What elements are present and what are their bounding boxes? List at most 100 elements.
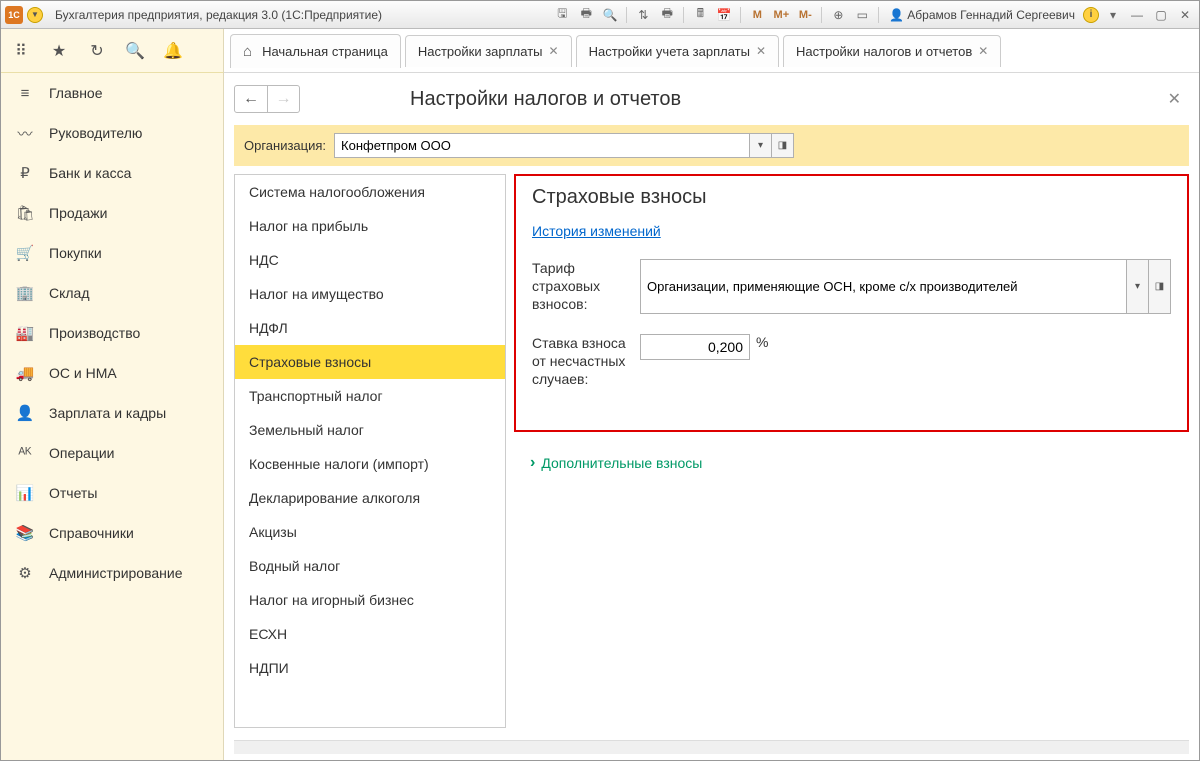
tariff-dropdown-button[interactable]: ▾ bbox=[1127, 259, 1149, 314]
close-button[interactable]: ✕ bbox=[1175, 6, 1195, 24]
title-bar: 1C ▼ Бухгалтерия предприятия, редакция 3… bbox=[1, 1, 1199, 29]
title-bar-left: 1C ▼ Бухгалтерия предприятия, редакция 3… bbox=[5, 6, 382, 24]
sidebar-item[interactable]: 🏭Производство bbox=[1, 313, 223, 353]
compare-icon[interactable]: ⇅ bbox=[633, 6, 653, 24]
settings-list: Система налогообложенияНалог на прибыльН… bbox=[234, 174, 506, 728]
zoom-icon[interactable]: ⊕ bbox=[828, 6, 848, 24]
maximize-button[interactable]: ▢ bbox=[1151, 6, 1171, 24]
calendar-icon[interactable]: 📅 bbox=[714, 6, 734, 24]
main-area: Начальная страницаНастройки зарплаты✕Нас… bbox=[224, 29, 1199, 760]
highlighted-panel: Страховые взносы История изменений Тариф… bbox=[514, 174, 1189, 432]
tab[interactable]: Настройки учета зарплаты ✕ bbox=[576, 35, 779, 67]
sidebar: ⠿ ★ ↻ 🔍 🔔 ≡ Главное 〰Руководителю₽Банк и к… bbox=[1, 29, 224, 760]
settings-list-item[interactable]: Транспортный налог bbox=[235, 379, 505, 413]
sidebar-item-icon: ≡ bbox=[15, 84, 35, 102]
user-label[interactable]: 👤Абрамов Геннадий Сергеевич bbox=[885, 8, 1079, 22]
tariff-open-button[interactable]: ◨ bbox=[1149, 259, 1171, 314]
settings-list-item[interactable]: Налог на игорный бизнес bbox=[235, 583, 505, 617]
tab[interactable]: Настройки налогов и отчетов✕ bbox=[783, 35, 1001, 67]
settings-list-item[interactable]: НДС bbox=[235, 243, 505, 277]
sidebar-item-label: Главное bbox=[49, 85, 103, 101]
page-close-button[interactable]: ✕ bbox=[1160, 85, 1189, 113]
app-logo-icon: 1C bbox=[5, 6, 23, 24]
print2-icon[interactable]: 🖶 bbox=[657, 6, 677, 24]
settings-list-item[interactable]: Налог на имущество bbox=[235, 277, 505, 311]
memory-mplus-button[interactable]: M+ bbox=[771, 6, 791, 24]
settings-list-item[interactable]: Страховые взносы bbox=[235, 345, 505, 379]
sidebar-item[interactable]: 🚚ОС и НМА bbox=[1, 353, 223, 393]
sidebar-item[interactable]: ₽Банк и касса bbox=[1, 153, 223, 193]
additional-contributions-label: Дополнительные взносы bbox=[541, 455, 702, 471]
app-menu-dropdown[interactable]: ▼ bbox=[27, 7, 43, 23]
rate-unit: % bbox=[756, 334, 768, 350]
organization-dropdown-button[interactable]: ▾ bbox=[750, 133, 772, 158]
settings-list-item[interactable]: Налог на прибыль bbox=[235, 209, 505, 243]
calculator-icon[interactable]: 🖩 bbox=[690, 6, 710, 24]
sidebar-item[interactable]: 📊Отчеты bbox=[1, 473, 223, 513]
settings-list-item[interactable]: Система налогообложения bbox=[235, 175, 505, 209]
tab-label: Настройки учета зарплаты bbox=[589, 44, 750, 59]
tab-close-icon[interactable]: ✕ bbox=[756, 44, 766, 58]
sidebar-toolbar: ⠿ ★ ↻ 🔍 🔔 bbox=[1, 29, 223, 73]
history-icon[interactable]: ↻ bbox=[87, 41, 107, 61]
sidebar-item[interactable]: 👤Зарплата и кадры bbox=[1, 393, 223, 433]
settings-list-item[interactable]: Акцизы bbox=[235, 515, 505, 549]
nav-forward-button[interactable]: → bbox=[267, 86, 299, 112]
nav-back-button[interactable]: ← bbox=[235, 86, 267, 112]
nav-buttons: ← → bbox=[234, 85, 300, 113]
star-icon[interactable]: ★ bbox=[49, 41, 69, 61]
tab-close-icon[interactable]: ✕ bbox=[978, 44, 988, 58]
dropdown-icon[interactable]: ▾ bbox=[1103, 6, 1123, 24]
sidebar-item-icon: 🛍 bbox=[15, 204, 35, 222]
sidebar-item-icon: 📚 bbox=[15, 524, 35, 542]
save-icon[interactable]: 🖫 bbox=[552, 6, 572, 24]
organization-input[interactable] bbox=[334, 133, 750, 158]
settings-list-item[interactable]: Водный налог bbox=[235, 549, 505, 583]
settings-list-item[interactable]: Земельный налог bbox=[235, 413, 505, 447]
settings-list-item[interactable]: НДФЛ bbox=[235, 311, 505, 345]
tariff-select[interactable] bbox=[640, 259, 1127, 314]
minimize-button[interactable]: — bbox=[1127, 6, 1147, 24]
settings-list-item[interactable]: НДПИ bbox=[235, 651, 505, 685]
sidebar-item-label: Справочники bbox=[49, 525, 134, 541]
windows-icon[interactable]: ▭ bbox=[852, 6, 872, 24]
settings-list-item[interactable]: ЕСХН bbox=[235, 617, 505, 651]
sidebar-item[interactable]: ᴬᴷОперации bbox=[1, 433, 223, 473]
memory-mminus-button[interactable]: M- bbox=[795, 6, 815, 24]
tab[interactable]: Начальная страница bbox=[230, 34, 401, 68]
search-icon[interactable]: 🔍 bbox=[125, 41, 145, 61]
additional-contributions-expand[interactable]: Дополнительные взносы bbox=[530, 454, 702, 472]
sidebar-item[interactable]: 🛒Покупки bbox=[1, 233, 223, 273]
sidebar-item-icon: ᴬᴷ bbox=[15, 444, 35, 462]
settings-list-item[interactable]: Косвенные налоги (импорт) bbox=[235, 447, 505, 481]
organization-bar: Организация: ▾ ◨ bbox=[234, 125, 1189, 166]
sidebar-item-label: Администрирование bbox=[49, 565, 183, 581]
info-icon[interactable]: i bbox=[1083, 7, 1099, 23]
rate-input[interactable] bbox=[640, 334, 750, 360]
sidebar-item-label: Покупки bbox=[49, 245, 102, 261]
sidebar-item[interactable]: ≡ Главное bbox=[1, 73, 223, 113]
sidebar-item-label: Продажи bbox=[49, 205, 107, 221]
sidebar-item[interactable]: ⚙Администрирование bbox=[1, 553, 223, 593]
sidebar-item[interactable]: 〰Руководителю bbox=[1, 113, 223, 153]
tab-label: Начальная страница bbox=[262, 44, 388, 59]
print-icon[interactable]: 🖶 bbox=[576, 6, 596, 24]
sidebar-item[interactable]: 🏢Склад bbox=[1, 273, 223, 313]
history-link[interactable]: История изменений bbox=[532, 223, 661, 239]
organization-input-wrap: ▾ ◨ bbox=[334, 133, 794, 158]
sidebar-item[interactable]: 🛍 Продажи bbox=[1, 193, 223, 233]
apps-icon[interactable]: ⠿ bbox=[11, 41, 31, 61]
tab-close-icon[interactable]: ✕ bbox=[549, 44, 559, 58]
sidebar-item-label: Отчеты bbox=[49, 485, 97, 501]
tab-bar: Начальная страницаНастройки зарплаты✕Нас… bbox=[224, 29, 1199, 73]
sidebar-item[interactable]: 📚 Справочники bbox=[1, 513, 223, 553]
tab[interactable]: Настройки зарплаты✕ bbox=[405, 35, 572, 67]
horizontal-scrollbar[interactable] bbox=[234, 740, 1189, 754]
organization-open-button[interactable]: ◨ bbox=[772, 133, 794, 158]
bell-icon[interactable]: 🔔 bbox=[163, 41, 183, 61]
content-header: ← → Настройки налогов и отчетов ✕ bbox=[234, 81, 1189, 117]
sidebar-item-icon: 〰 bbox=[15, 124, 35, 142]
memory-m-button[interactable]: M bbox=[747, 6, 767, 24]
settings-list-item[interactable]: Декларирование алкоголя bbox=[235, 481, 505, 515]
preview-icon[interactable]: 🔍 bbox=[600, 6, 620, 24]
